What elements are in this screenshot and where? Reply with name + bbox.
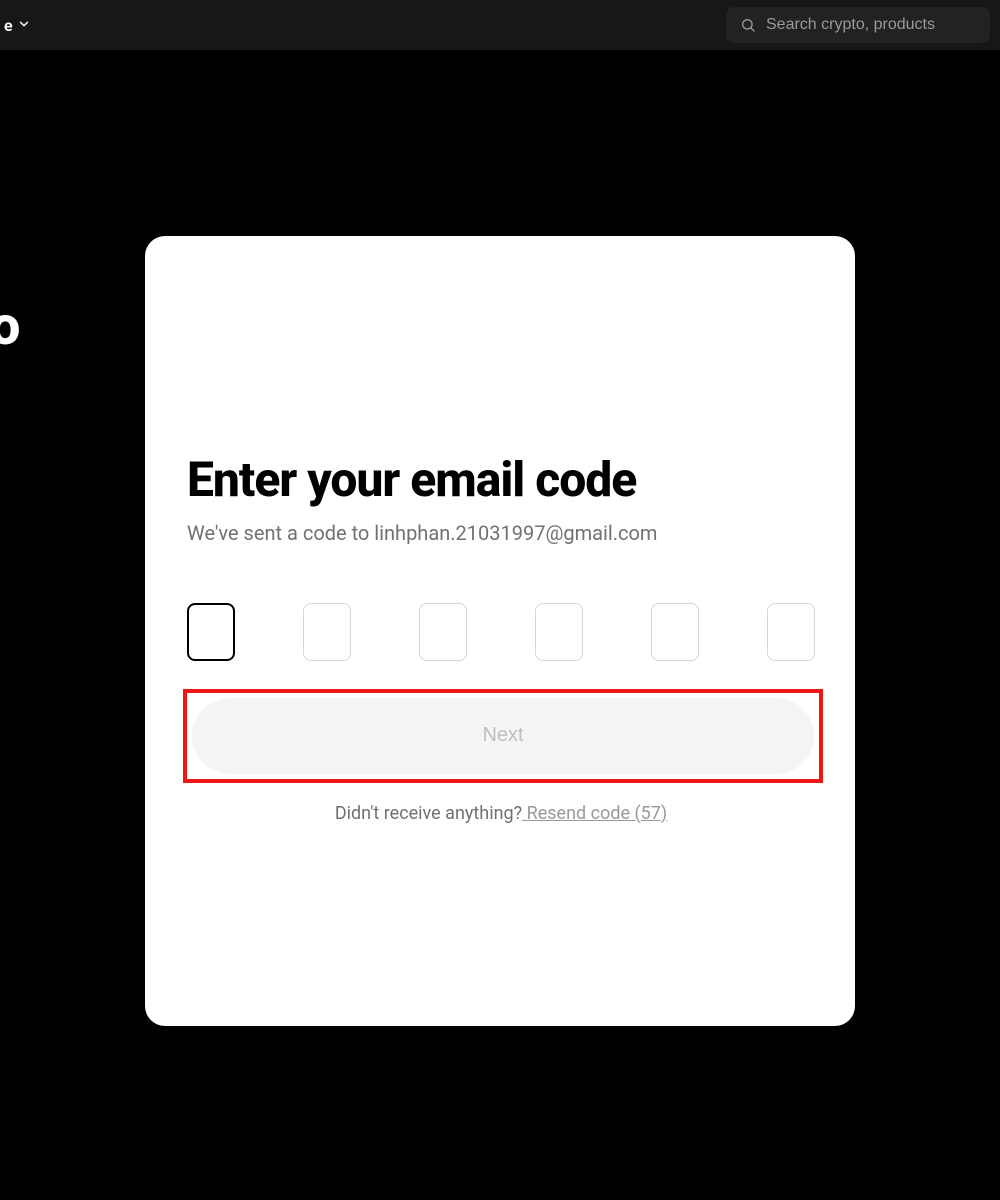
resend-row: Didn't receive anything? Resend code (57… <box>187 803 815 824</box>
search-icon <box>740 17 756 33</box>
search-box[interactable] <box>726 7 990 43</box>
nav-dropdown[interactable]: e <box>0 16 31 35</box>
code-input-6[interactable] <box>767 603 815 661</box>
code-input-4[interactable] <box>535 603 583 661</box>
didnt-receive-label: Didn't receive anything? <box>335 803 522 824</box>
next-button[interactable]: Next <box>192 698 814 774</box>
background-heading-fragment: o <box>0 295 20 358</box>
code-input-group <box>187 603 815 661</box>
search-input[interactable] <box>766 16 976 34</box>
next-button-highlight: Next <box>183 689 823 783</box>
resend-code-link[interactable]: Resend code (57) <box>522 803 667 824</box>
modal-title: Enter your email code <box>187 454 815 507</box>
topbar: e <box>0 0 1000 50</box>
modal-subtitle: We've sent a code to linhphan.21031997@g… <box>187 521 815 545</box>
chevron-down-icon <box>17 16 31 35</box>
code-input-2[interactable] <box>303 603 351 661</box>
code-input-1[interactable] <box>187 603 235 661</box>
code-input-5[interactable] <box>651 603 699 661</box>
code-input-3[interactable] <box>419 603 467 661</box>
email-code-modal: Enter your email code We've sent a code … <box>145 236 855 1026</box>
nav-fragment-label: e <box>4 16 13 35</box>
